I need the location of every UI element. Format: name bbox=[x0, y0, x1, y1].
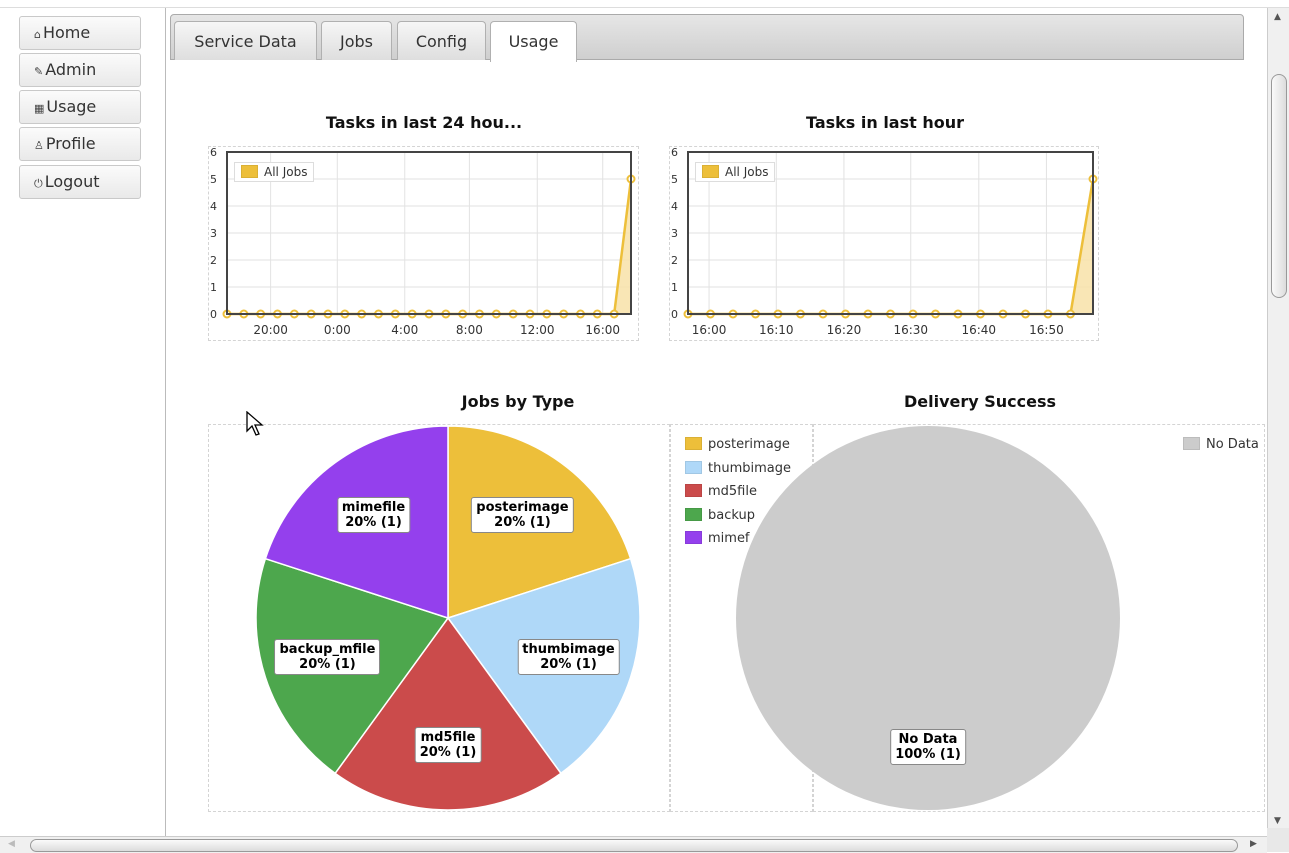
nav-logout-label: Logout bbox=[44, 172, 100, 191]
pie-label-name: backup_mfile bbox=[279, 642, 376, 658]
horizontal-scroll-thumb[interactable] bbox=[30, 839, 1238, 852]
legend-swatch bbox=[685, 531, 702, 544]
legend-swatch bbox=[685, 437, 702, 450]
pie-label-posterimage: posterimage 20% (1) bbox=[471, 497, 574, 534]
legend-swatch bbox=[685, 484, 702, 497]
chart-title-delivery-success: Delivery Success bbox=[903, 392, 1057, 411]
pie-label-percent: 20% (1) bbox=[419, 744, 477, 760]
tab-usage[interactable]: Usage bbox=[490, 21, 577, 62]
top-border bbox=[0, 7, 1289, 8]
scroll-down-arrow-icon[interactable]: ▼ bbox=[1274, 816, 1281, 826]
pie-label-mimefile: mimefile 20% (1) bbox=[336, 497, 411, 534]
legend-label: All Jobs bbox=[725, 165, 769, 179]
scroll-left-arrow-icon[interactable]: ◀ bbox=[8, 839, 15, 849]
pie-label-backup: backup_mfile 20% (1) bbox=[274, 639, 381, 676]
nav-profile-button[interactable]: ♙ Profile bbox=[19, 127, 141, 161]
nav-profile-label: Profile bbox=[45, 134, 96, 153]
chart-title-jobs-by-type: Jobs by Type bbox=[461, 392, 575, 411]
legend-swatch bbox=[241, 165, 258, 178]
scroll-up-arrow-icon[interactable]: ▲ bbox=[1274, 12, 1281, 22]
pie-label-percent: 20% (1) bbox=[299, 657, 356, 673]
nav-admin-button[interactable]: ✎ Admin bbox=[19, 53, 141, 87]
pie-label-no-data: No Data 100% (1) bbox=[890, 728, 966, 765]
legend-label: mimef bbox=[708, 531, 750, 546]
pie-label-name: md5file bbox=[420, 729, 476, 745]
legend-item: backup bbox=[685, 507, 755, 523]
legend-item: mimef bbox=[685, 531, 750, 546]
pie-label-name: thumbimage bbox=[522, 642, 615, 658]
legend-item: No Data bbox=[1183, 437, 1259, 452]
pie-label-name: No Data bbox=[898, 731, 958, 747]
scroll-right-arrow-icon[interactable]: ▶ bbox=[1250, 839, 1257, 849]
nav-usage-label: Usage bbox=[46, 97, 97, 116]
mouse-cursor-icon bbox=[246, 411, 264, 436]
nav-logout-button[interactable]: ⏻ Logout bbox=[19, 165, 141, 199]
legend-swatch bbox=[702, 165, 719, 178]
legend-label: thumbimage bbox=[708, 460, 791, 476]
pie-label-md5file: md5file 20% (1) bbox=[414, 726, 482, 763]
legend-swatch bbox=[685, 507, 702, 521]
nav-usage-button[interactable]: ▦ Usage bbox=[19, 90, 141, 124]
nav-admin-label: Admin bbox=[45, 60, 97, 79]
pie-label-percent: 20% (1) bbox=[494, 515, 551, 531]
nav-home-label: Home bbox=[42, 23, 91, 42]
legend-hour: All Jobs bbox=[695, 162, 776, 182]
legend-label: backup bbox=[708, 507, 755, 523]
scroll-corner bbox=[1267, 828, 1289, 852]
nav-home-button[interactable]: ⌂ Home bbox=[19, 16, 141, 50]
legend-item: md5file bbox=[685, 484, 757, 499]
tab-jobs[interactable]: Jobs bbox=[321, 21, 392, 60]
pie-label-thumbimage: thumbimage 20% (1) bbox=[517, 639, 620, 676]
chart-title-24h: Tasks in last 24 hou... bbox=[325, 113, 523, 132]
legend-label: No Data bbox=[1206, 437, 1259, 452]
power-icon: ⏻ bbox=[34, 177, 43, 190]
vertical-scrollbar[interactable]: ▲ ▼ bbox=[1267, 8, 1289, 828]
user-icon: ♙ bbox=[34, 139, 44, 152]
tab-service-data[interactable]: Service Data bbox=[174, 21, 317, 60]
legend-item: thumbimage bbox=[685, 460, 791, 476]
pie-label-percent: 100% (1) bbox=[895, 746, 961, 762]
vertical-scroll-thumb[interactable] bbox=[1271, 74, 1287, 298]
tab-bar: Service Data Jobs Config Usage bbox=[170, 14, 1244, 62]
pie-label-percent: 20% (1) bbox=[345, 515, 402, 531]
pie-label-percent: 20% (1) bbox=[540, 657, 597, 673]
tab-config[interactable]: Config bbox=[397, 21, 486, 60]
legend-24h: All Jobs bbox=[234, 162, 315, 182]
pie-label-name: mimefile bbox=[341, 500, 406, 516]
grid-icon: ▦ bbox=[34, 102, 45, 115]
legend-label: All Jobs bbox=[264, 165, 308, 179]
legend-label: md5file bbox=[708, 484, 757, 499]
home-icon: ⌂ bbox=[34, 28, 41, 41]
sidebar: ⌂ Home ✎ Admin ▦ Usage ♙ Profile ⏻ Logout bbox=[0, 8, 166, 836]
legend-swatch bbox=[685, 460, 702, 474]
pie-label-name: posterimage bbox=[476, 500, 569, 516]
legend-label: posterimage bbox=[708, 437, 790, 452]
pie-legend-frame-jobs bbox=[670, 424, 813, 812]
legend-swatch bbox=[1183, 437, 1200, 450]
chart-title-hour: Tasks in last hour bbox=[805, 113, 965, 132]
wrench-icon: ✎ bbox=[34, 65, 44, 78]
legend-item: posterimage bbox=[685, 437, 790, 452]
horizontal-scrollbar[interactable]: ◀ ▶ bbox=[0, 836, 1267, 853]
pie-frame-delivery bbox=[813, 424, 1265, 812]
